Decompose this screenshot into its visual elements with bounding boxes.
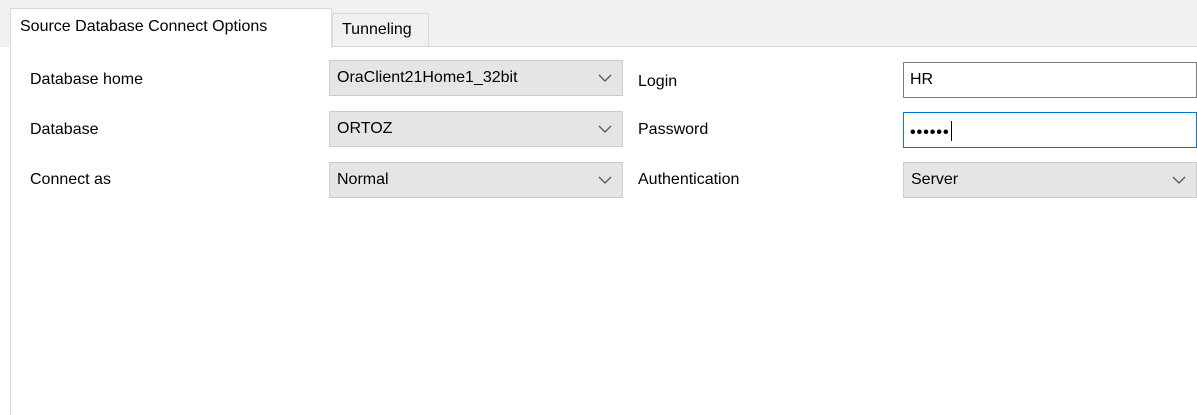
login-label: Login xyxy=(638,73,678,90)
database-value: ORTOZ xyxy=(337,120,393,137)
database-label: Database xyxy=(30,121,99,138)
tab-tunneling[interactable]: Tunneling xyxy=(332,13,429,46)
password-input[interactable]: •••••• xyxy=(903,112,1197,148)
authentication-value: Server xyxy=(911,171,959,188)
authentication-select[interactable]: Server xyxy=(903,162,1197,198)
text-caret xyxy=(950,121,952,141)
password-label: Password xyxy=(638,121,709,138)
chevron-down-icon xyxy=(598,176,612,184)
database-home-select[interactable]: OraClient21Home1_32bit xyxy=(329,60,623,96)
authentication-label: Authentication xyxy=(638,171,740,188)
chevron-down-icon xyxy=(1172,176,1186,184)
database-home-value: OraClient21Home1_32bit xyxy=(337,69,518,86)
database-select[interactable]: ORTOZ xyxy=(329,111,623,147)
connect-as-value: Normal xyxy=(337,171,389,188)
login-value: HR xyxy=(910,71,934,88)
connect-as-label: Connect as xyxy=(30,171,111,188)
connect-options-panel: Database home OraClient21Home1_32bit Dat… xyxy=(10,47,1197,415)
tab-source-database-connect-options[interactable]: Source Database Connect Options xyxy=(10,8,332,48)
password-value: •••••• xyxy=(910,124,950,141)
connect-as-select[interactable]: Normal xyxy=(329,162,623,198)
chevron-down-icon xyxy=(598,74,612,82)
tab-strip: Source Database Connect Options Tunnelin… xyxy=(0,0,1197,48)
connection-options-window: Source Database Connect Options Tunnelin… xyxy=(0,0,1197,415)
database-home-label: Database home xyxy=(30,71,143,88)
chevron-down-icon xyxy=(598,125,612,133)
login-input[interactable]: HR xyxy=(903,62,1197,98)
